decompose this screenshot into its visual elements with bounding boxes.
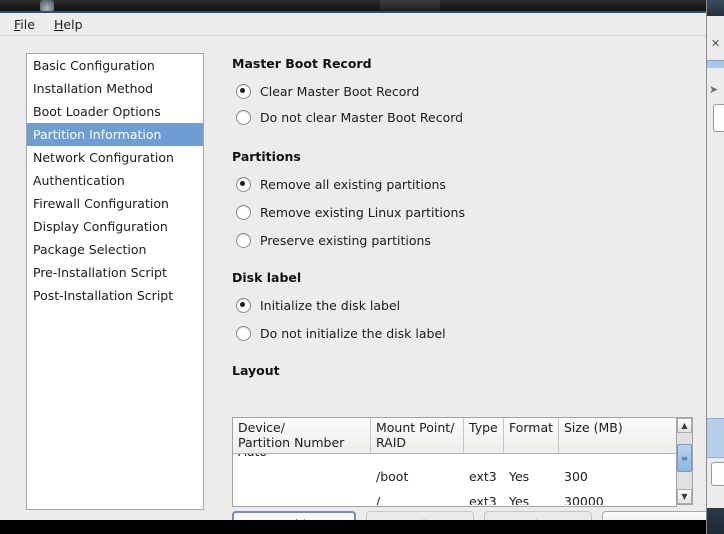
- radio-preserve-existing-partitions[interactable]: Preserve existing partitions: [236, 230, 431, 250]
- column-header-line1: Size (MB): [564, 420, 623, 435]
- background-window-footer: [707, 508, 724, 534]
- screen: ✕ ➤ File Help Basic Configuration Instal…: [0, 0, 724, 534]
- radio-remove-all-existing-partitions[interactable]: Remove all existing partitions: [236, 174, 446, 194]
- cell-mount: /: [376, 494, 381, 505]
- radio-icon[interactable]: [236, 297, 251, 313]
- sidebar-item-authentication[interactable]: Authentication: [27, 169, 203, 192]
- radio-label: Do not clear Master Boot Record: [260, 109, 464, 125]
- table-header-row: Device/ Partition Number Mount Point/ RA…: [233, 418, 676, 454]
- menu-help[interactable]: Help: [48, 16, 89, 33]
- radio-icon[interactable]: [236, 232, 251, 248]
- column-header-line2: Partition Number: [238, 435, 345, 450]
- column-header-line1: Format: [509, 420, 554, 435]
- cell-format: Yes: [509, 494, 530, 505]
- partition-layout-table[interactable]: Device/ Partition Number Mount Point/ RA…: [232, 417, 677, 507]
- group-title-layout: Layout: [232, 363, 280, 378]
- column-header-line1: Device/: [238, 420, 285, 435]
- radio-do-not-initialize-the-disk-label[interactable]: Do not initialize the disk label: [236, 323, 446, 343]
- radio-initialize-the-disk-label[interactable]: Initialize the disk label: [236, 295, 400, 315]
- delete-button[interactable]: Delete: [484, 511, 592, 520]
- background-window-selection: [707, 418, 724, 458]
- menu-file[interactable]: File: [8, 16, 41, 33]
- radio-icon[interactable]: [236, 204, 251, 220]
- edit-button[interactable]: Edit: [366, 511, 474, 520]
- radio-label: Clear Master Boot Record: [260, 83, 420, 99]
- radio-label: Remove existing Linux partitions: [260, 204, 465, 220]
- menu-help-rest: elp: [63, 17, 83, 32]
- cell-device: Auto: [233, 454, 371, 459]
- column-header-line2: RAID: [376, 435, 407, 450]
- table-row[interactable]: / ext3 Yes 30000: [233, 489, 676, 505]
- menu-file-rest: ile: [20, 17, 35, 32]
- background-window-titlebar: [707, 0, 724, 16]
- scrollbar-thumb[interactable]: ≡: [677, 444, 692, 472]
- column-header-mount-point-raid[interactable]: Mount Point/ RAID: [371, 418, 464, 453]
- radio-remove-existing-linux-partitions[interactable]: Remove existing Linux partitions: [236, 202, 465, 222]
- radio-label: Initialize the disk label: [260, 297, 401, 313]
- radio-icon[interactable]: [236, 83, 251, 99]
- add-button[interactable]: Add: [232, 511, 356, 520]
- group-title-disk-label: Disk label: [232, 270, 302, 285]
- sidebar-item-partition-information[interactable]: Partition Information: [27, 123, 203, 146]
- background-window-field: [713, 104, 724, 132]
- table-row[interactable]: /boot ext3 Yes 300: [233, 464, 676, 489]
- cell-format: Yes: [509, 469, 530, 484]
- column-header-format[interactable]: Format: [504, 418, 559, 453]
- scroll-up-arrow-icon[interactable]: ▲: [677, 418, 692, 433]
- sidebar-item-installation-method[interactable]: Installation Method: [27, 77, 203, 100]
- content-pane: Master Boot Record Clear Master Boot Rec…: [222, 36, 706, 520]
- cell-type: ext3: [469, 469, 497, 484]
- table-body[interactable]: Auto /boot ext3 Yes 3: [233, 454, 676, 505]
- sidebar-item-firewall-configuration[interactable]: Firewall Configuration: [27, 192, 203, 215]
- cell-mount: /boot: [376, 469, 409, 484]
- cell-type: ext3: [469, 494, 497, 505]
- window-client-area: Basic Configuration Installation Method …: [0, 36, 706, 520]
- background-window-button: [711, 462, 724, 486]
- background-window-highlight-strip: [707, 60, 724, 68]
- group-title-partitions: Partitions: [232, 149, 301, 164]
- radio-icon[interactable]: [236, 176, 251, 192]
- sidebar-item-basic-configuration[interactable]: Basic Configuration: [27, 54, 203, 77]
- radio-do-not-clear-master-boot-record[interactable]: Do not clear Master Boot Record: [236, 107, 463, 127]
- column-header-line1: Type: [469, 420, 498, 435]
- sidebar-item-package-selection[interactable]: Package Selection: [27, 238, 203, 261]
- column-header-device-partition-number[interactable]: Device/ Partition Number: [233, 418, 371, 453]
- radio-label: Preserve existing partitions: [260, 232, 431, 248]
- desktop-background-strip: [0, 520, 706, 534]
- sidebar-list[interactable]: Basic Configuration Installation Method …: [26, 53, 204, 510]
- scroll-down-arrow-icon[interactable]: ▼: [677, 489, 692, 504]
- column-header-size-mb[interactable]: Size (MB): [559, 418, 674, 453]
- group-title-master-boot-record: Master Boot Record: [232, 56, 372, 71]
- radio-clear-master-boot-record[interactable]: Clear Master Boot Record: [236, 81, 419, 101]
- menu-help-mnemonic: H: [54, 17, 64, 32]
- background-window[interactable]: ✕ ➤: [706, 0, 724, 534]
- sidebar-item-boot-loader-options[interactable]: Boot Loader Options: [27, 100, 203, 123]
- close-icon[interactable]: ✕: [711, 38, 720, 49]
- column-header-type[interactable]: Type: [464, 418, 504, 453]
- table-row[interactable]: Auto: [233, 454, 676, 464]
- sidebar-item-display-configuration[interactable]: Display Configuration: [27, 215, 203, 238]
- cell-size: 300: [564, 469, 588, 484]
- application-window: File Help Basic Configuration Installati…: [0, 0, 706, 520]
- radio-icon[interactable]: [236, 109, 251, 125]
- sidebar-item-pre-installation-script[interactable]: Pre-Installation Script: [27, 261, 203, 284]
- raid-button[interactable]: RAID: [602, 511, 706, 520]
- column-header-line1: Mount Point/: [376, 420, 455, 435]
- arrow-icon: ➤: [709, 83, 719, 96]
- table-vertical-scrollbar[interactable]: ▲ ≡ ▼: [676, 417, 693, 505]
- radio-label: Do not initialize the disk label: [260, 325, 446, 341]
- sidebar-item-post-installation-script[interactable]: Post-Installation Script: [27, 284, 203, 307]
- radio-label: Remove all existing partitions: [260, 176, 446, 192]
- menubar: File Help: [0, 13, 706, 36]
- sidebar-item-network-configuration[interactable]: Network Configuration: [27, 146, 203, 169]
- radio-icon[interactable]: [236, 325, 251, 341]
- cell-size: 30000: [564, 494, 604, 505]
